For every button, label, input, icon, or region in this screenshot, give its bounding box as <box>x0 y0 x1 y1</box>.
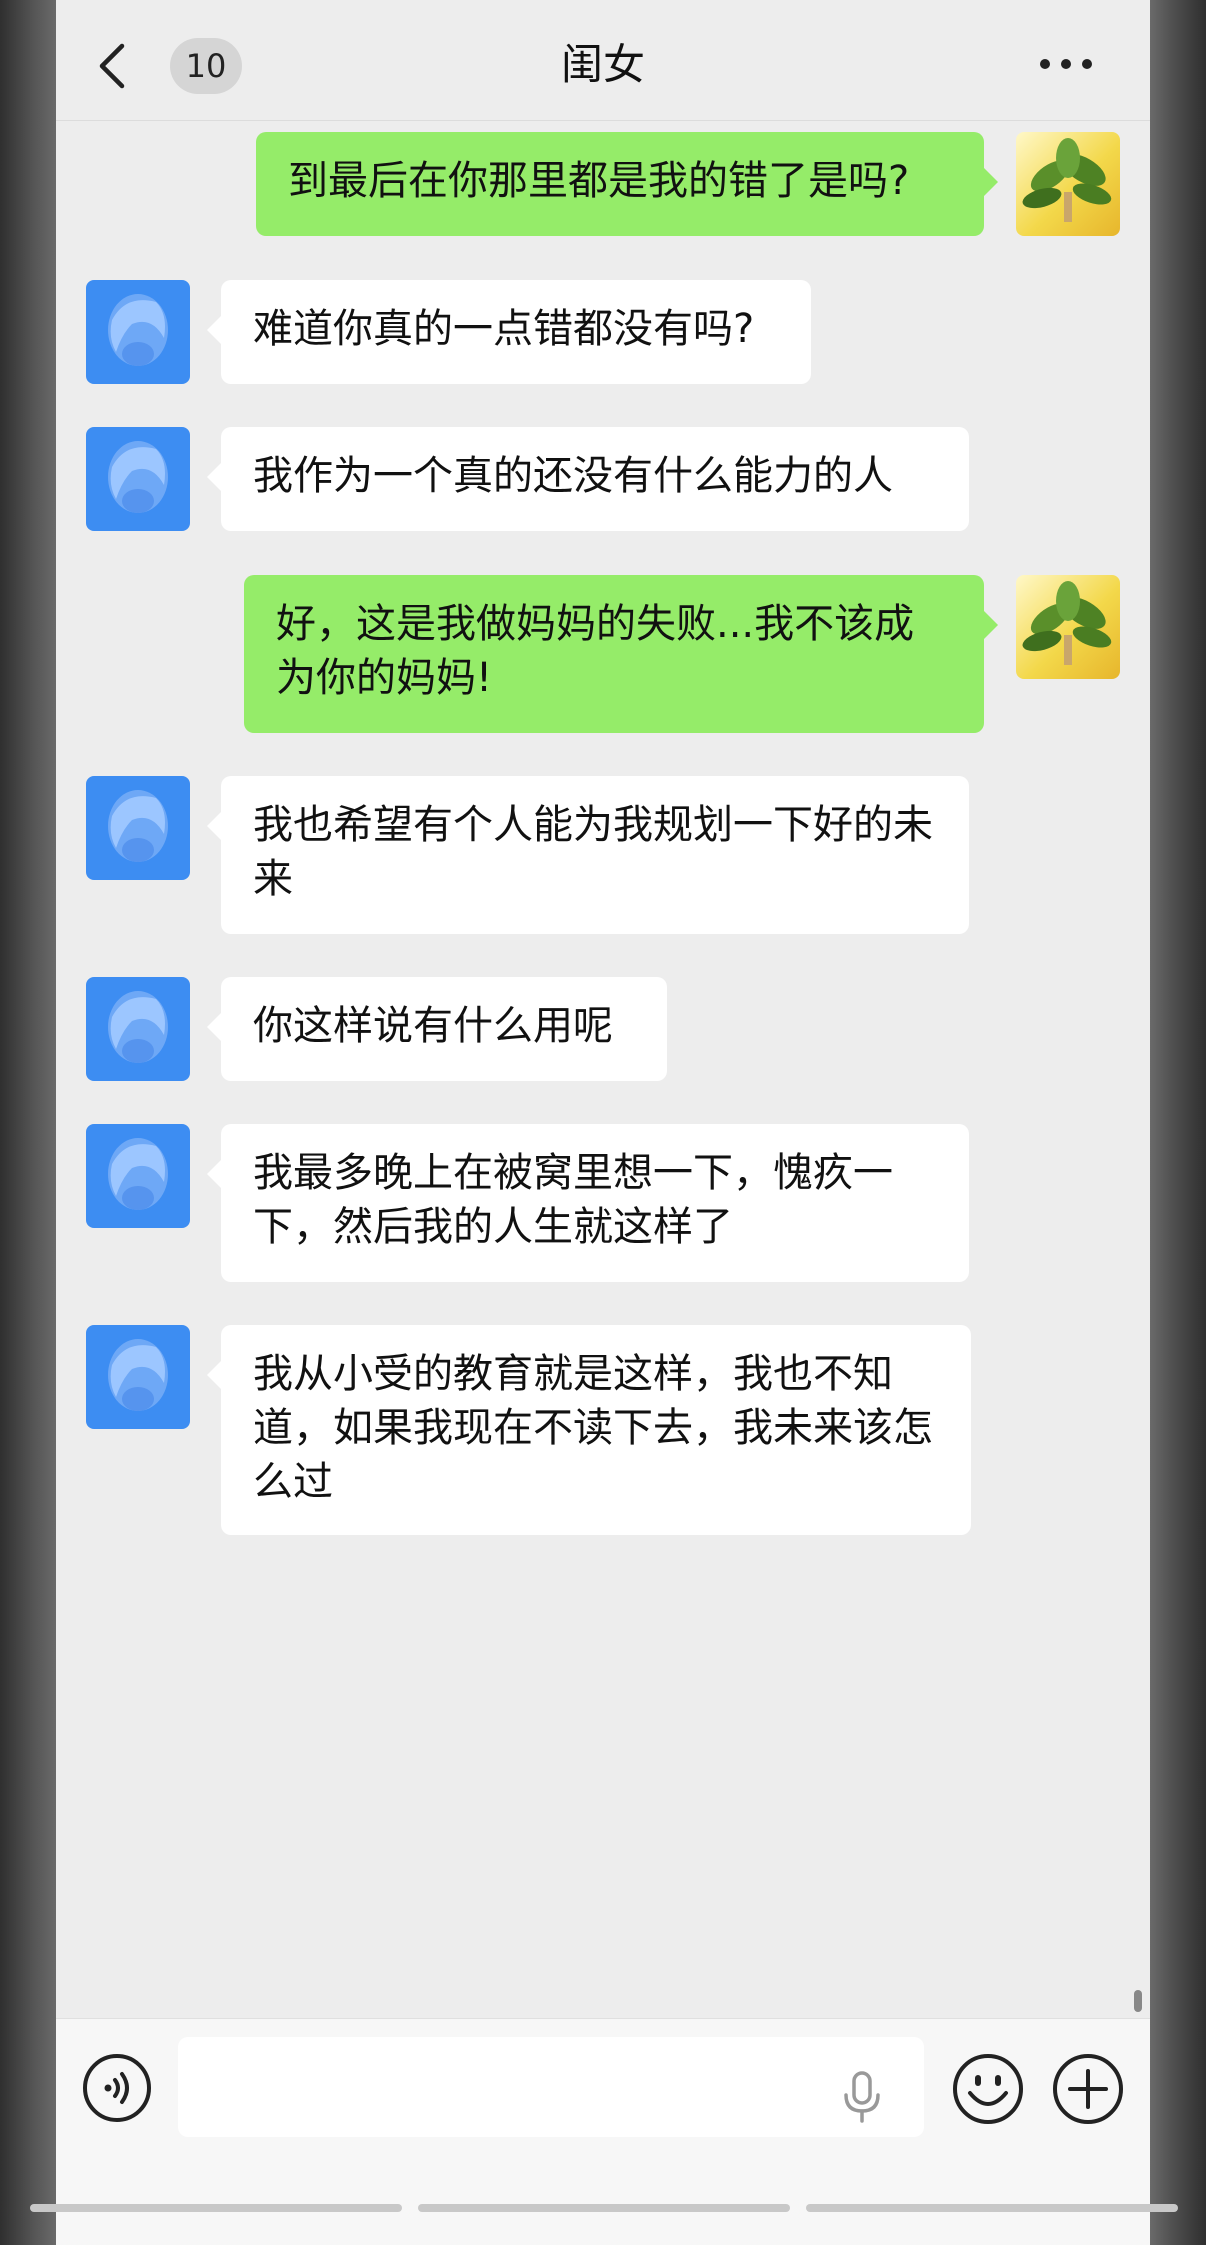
chat-title: 闺女 <box>560 40 645 89</box>
scrollbar[interactable] <box>1134 1990 1142 2012</box>
plus-icon <box>1053 2054 1123 2124</box>
plant-avatar[interactable] <box>1016 575 1120 679</box>
blue-avatar[interactable] <box>86 1325 190 1429</box>
left-edge-shadow <box>0 0 56 2245</box>
blue-avatar[interactable] <box>86 280 190 384</box>
more-options-button[interactable] <box>1040 50 1096 80</box>
right-edge-shadow <box>1150 0 1206 2245</box>
blue-avatar[interactable] <box>86 776 190 880</box>
message-bubble-incoming[interactable]: 我也希望有个人能为我规划一下好的未来 <box>207 776 969 934</box>
blue-avatar[interactable] <box>86 1124 190 1228</box>
message-bubble-incoming[interactable]: 我作为一个真的还没有什么能力的人 <box>207 427 969 531</box>
emoji-button[interactable] <box>952 2053 1024 2125</box>
message-bubble-incoming[interactable]: 你这样说有什么用呢 <box>207 977 667 1081</box>
message-bubble-incoming[interactable]: 难道你真的一点错都没有吗? <box>207 280 811 384</box>
bottom-indicator-bars <box>0 2204 1206 2212</box>
message-bubble-incoming[interactable]: 我从小受的教育就是这样，我也不知道，如果我现在不读下去，我未来该怎么过 <box>207 1325 971 1535</box>
more-actions-button[interactable] <box>1052 2053 1124 2125</box>
voice-icon <box>83 2054 151 2122</box>
chat-header: 10 闺女 <box>56 0 1150 121</box>
microphone-icon <box>844 2071 880 2123</box>
emoji-icon <box>953 2054 1023 2124</box>
more-dots-icon <box>1040 59 1050 69</box>
message-bubble-incoming[interactable]: 我最多晚上在被窝里想一下，愧疚一下，然后我的人生就这样了 <box>207 1124 969 1282</box>
voice-button[interactable] <box>82 2053 152 2123</box>
message-input[interactable] <box>178 2037 924 2137</box>
plant-avatar[interactable] <box>1016 132 1120 236</box>
chat-screen: 10 闺女 到最后在你那里都是我的错了是吗? 难道你真的一点错都没有吗? 我作为… <box>56 0 1150 2245</box>
message-bubble-outgoing[interactable]: 到最后在你那里都是我的错了是吗? <box>256 132 998 236</box>
blue-avatar[interactable] <box>86 977 190 1081</box>
blue-avatar[interactable] <box>86 427 190 531</box>
message-bubble-outgoing[interactable]: 好，这是我做妈妈的失败...我不该成为你的妈妈! <box>244 575 998 733</box>
